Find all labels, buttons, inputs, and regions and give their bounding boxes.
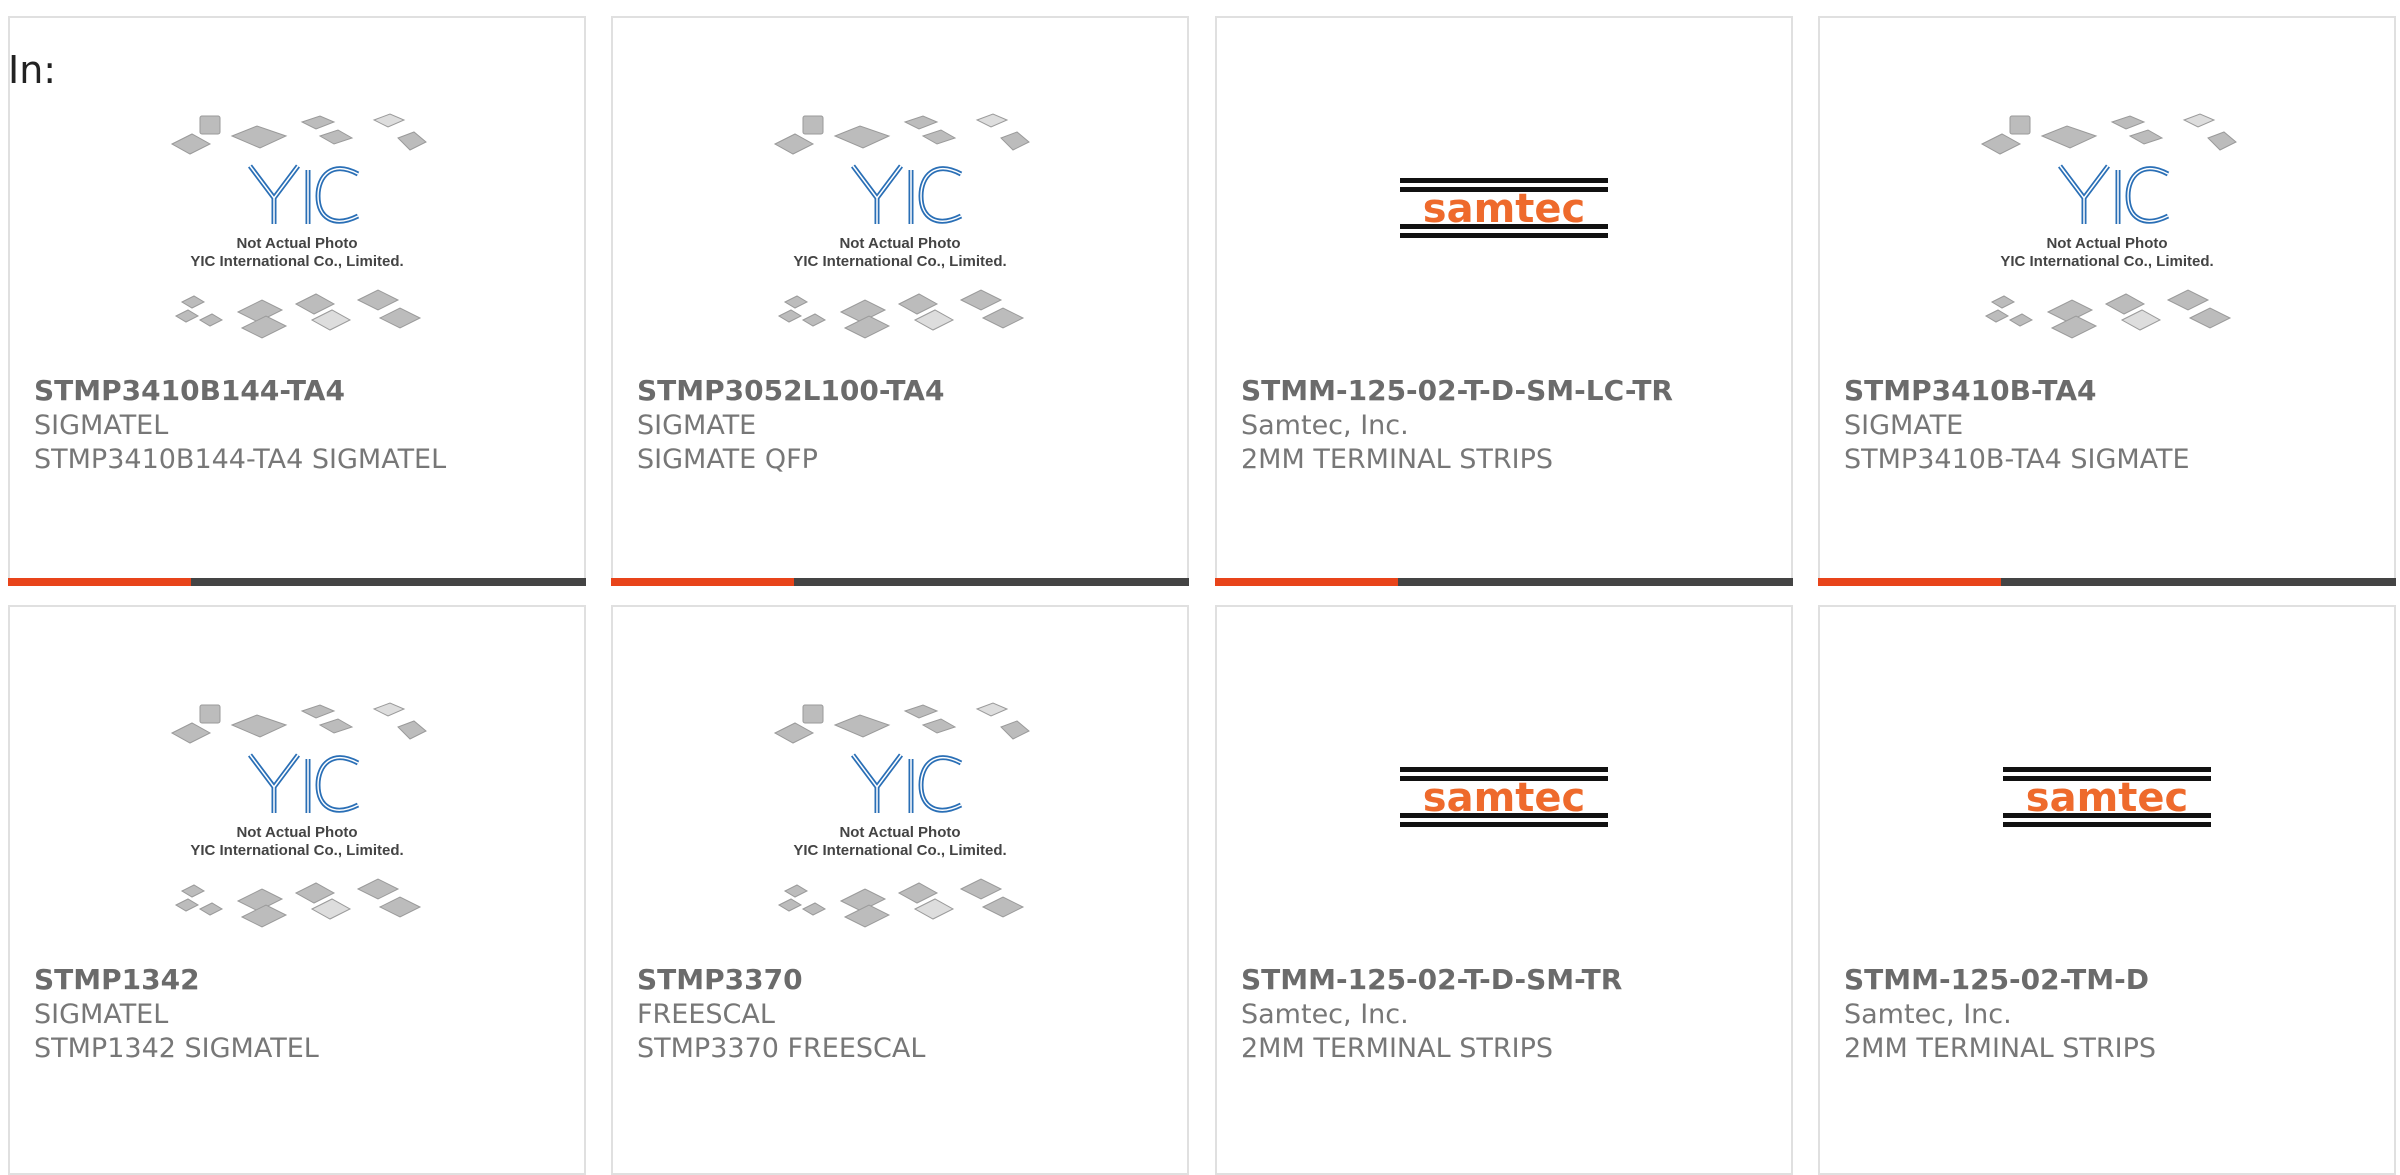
accent-bar-highlight xyxy=(611,578,794,586)
yic-company-label: YIC International Co., Limited. xyxy=(793,253,1006,270)
product-card[interactable]: Not Actual Photo YIC International Co., … xyxy=(8,605,586,1175)
product-card[interactable]: Not Actual Photo YIC International Co., … xyxy=(1818,16,2396,586)
in-label: In: xyxy=(8,48,57,92)
accent-bar-rest xyxy=(1398,578,1793,586)
samtec-logo-image: samtec xyxy=(2003,767,2211,827)
product-description: STMP3410B-TA4 SIGMATE xyxy=(1844,444,2190,475)
product-manufacturer: Samtec, Inc. xyxy=(1844,999,2012,1030)
product-description: SIGMATE QFP xyxy=(637,444,818,475)
product-card[interactable]: samtec STMM-125-02-T-D-SM-TR Samtec, Inc.… xyxy=(1215,605,1793,1175)
card-accent-bar xyxy=(611,578,1189,586)
product-description: STMP3370 FREESCAL xyxy=(637,1033,926,1064)
product-description: STMP3410B144-TA4 SIGMATEL xyxy=(34,444,447,475)
yic-company-label: YIC International Co., Limited. xyxy=(2000,253,2213,270)
accent-bar-highlight xyxy=(1818,578,2001,586)
accent-bar-rest xyxy=(794,578,1189,586)
accent-bar-highlight xyxy=(8,578,191,586)
card-accent-bar xyxy=(8,578,586,586)
product-name-link[interactable]: STMP1342 xyxy=(34,962,200,998)
accent-bar-rest xyxy=(2001,578,2396,586)
samtec-logo-text: samtec xyxy=(1423,186,1585,232)
product-image[interactable]: Not Actual Photo YIC International Co., … xyxy=(10,695,584,951)
product-name-link[interactable]: STMM-125-02-TM-D xyxy=(1844,962,2149,998)
accent-bar-rest xyxy=(191,578,586,586)
card-accent-bar xyxy=(1818,578,2396,586)
yic-placeholder-image: Not Actual Photo YIC International Co., … xyxy=(773,113,1030,339)
product-card[interactable]: Not Actual Photo YIC International Co., … xyxy=(611,605,1189,1175)
product-card[interactable]: samtec STMM-125-02-TM-D Samtec, Inc. 2MM T… xyxy=(1818,605,2396,1175)
product-name-link[interactable]: STMP3052L100-TA4 xyxy=(637,373,944,409)
yic-placeholder-image: Not Actual Photo YIC International Co., … xyxy=(773,702,1030,928)
product-name-link[interactable]: STMM-125-02-T-D-SM-LC-TR xyxy=(1241,373,1673,409)
product-card[interactable]: Not Actual Photo YIC International Co., … xyxy=(8,16,586,586)
product-manufacturer: Samtec, Inc. xyxy=(1241,410,1409,441)
samtec-logo-text: samtec xyxy=(2026,775,2188,821)
product-card[interactable]: Not Actual Photo YIC International Co., … xyxy=(611,16,1189,586)
samtec-logo-image: samtec xyxy=(1400,178,1608,238)
card-accent-bar xyxy=(1215,578,1793,586)
product-name-link[interactable]: STMP3370 xyxy=(637,962,803,998)
yic-company-label: YIC International Co., Limited. xyxy=(190,253,403,270)
product-description: 2MM TERMINAL STRIPS xyxy=(1241,1033,1553,1064)
samtec-logo-text: samtec xyxy=(1423,775,1585,821)
product-manufacturer: SIGMATE xyxy=(1844,410,1964,441)
product-image[interactable]: Not Actual Photo YIC International Co., … xyxy=(10,106,584,362)
yic-placeholder-image: Not Actual Photo YIC International Co., … xyxy=(1980,113,2237,339)
product-image[interactable]: Not Actual Photo YIC International Co., … xyxy=(613,106,1187,362)
product-manufacturer: Samtec, Inc. xyxy=(1241,999,1409,1030)
yic-company-label: YIC International Co., Limited. xyxy=(190,842,403,859)
product-card[interactable]: samtec STMM-125-02-T-D-SM-LC-TR Samtec, I… xyxy=(1215,16,1793,586)
yic-placeholder-image: Not Actual Photo YIC International Co., … xyxy=(170,113,427,339)
not-actual-photo-label: Not Actual Photo xyxy=(2046,235,2167,252)
product-description: 2MM TERMINAL STRIPS xyxy=(1241,444,1553,475)
yic-placeholder-image: Not Actual Photo YIC International Co., … xyxy=(170,702,427,928)
not-actual-photo-label: Not Actual Photo xyxy=(839,824,960,841)
product-image[interactable]: samtec xyxy=(1217,106,1791,362)
yic-company-label: YIC International Co., Limited. xyxy=(793,842,1006,859)
product-manufacturer: SIGMATEL xyxy=(34,999,169,1030)
product-description: 2MM TERMINAL STRIPS xyxy=(1844,1033,2156,1064)
product-description: STMP1342 SIGMATEL xyxy=(34,1033,319,1064)
product-image[interactable]: Not Actual Photo YIC International Co., … xyxy=(613,695,1187,951)
product-name-link[interactable]: STMP3410B144-TA4 xyxy=(34,373,345,409)
product-image[interactable]: samtec xyxy=(1820,695,2394,951)
product-name-link[interactable]: STMP3410B-TA4 xyxy=(1844,373,2097,409)
not-actual-photo-label: Not Actual Photo xyxy=(236,824,357,841)
product-name-link[interactable]: STMM-125-02-T-D-SM-TR xyxy=(1241,962,1622,998)
not-actual-photo-label: Not Actual Photo xyxy=(839,235,960,252)
samtec-logo-image: samtec xyxy=(1400,767,1608,827)
product-manufacturer: SIGMATEL xyxy=(34,410,169,441)
product-manufacturer: SIGMATE xyxy=(637,410,757,441)
product-image[interactable]: Not Actual Photo YIC International Co., … xyxy=(1820,106,2394,362)
not-actual-photo-label: Not Actual Photo xyxy=(236,235,357,252)
product-manufacturer: FREESCAL xyxy=(637,999,775,1030)
product-image[interactable]: samtec xyxy=(1217,695,1791,951)
accent-bar-highlight xyxy=(1215,578,1398,586)
